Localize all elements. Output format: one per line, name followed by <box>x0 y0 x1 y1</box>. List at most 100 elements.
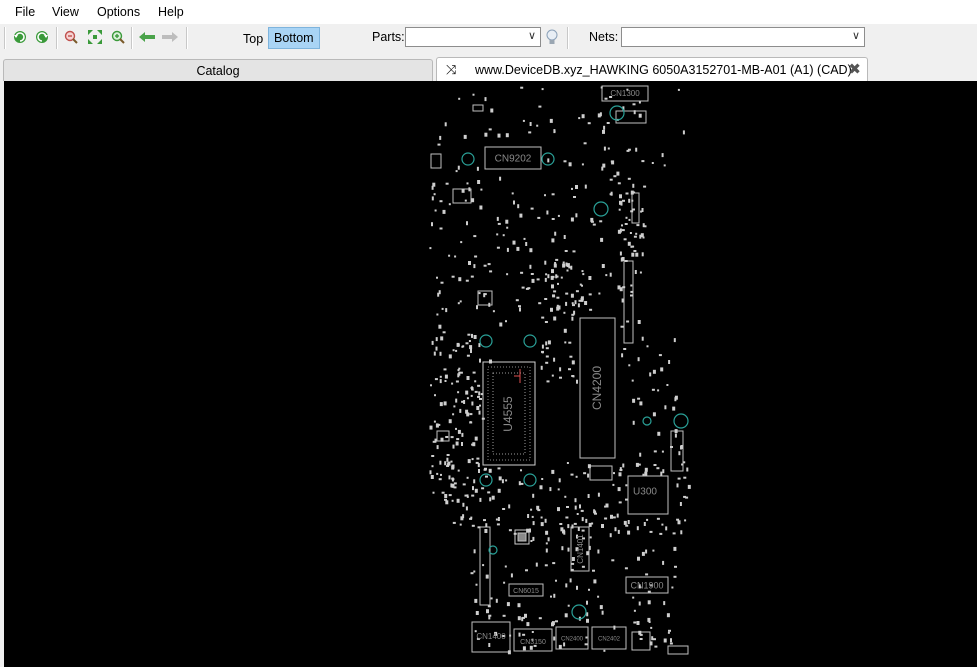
forward-arrow-icon[interactable] <box>160 27 180 47</box>
pcb-board-view[interactable]: CN1300 CN9202 CN4200 U4555 U300 CN1401 CN1900 C… <box>4 81 977 667</box>
smd-pad <box>633 250 637 252</box>
fit-icon[interactable] <box>85 27 105 47</box>
smd-pad <box>594 512 597 515</box>
smd-pad <box>506 273 509 276</box>
smd-pad <box>439 200 443 203</box>
smd-pad <box>639 271 642 274</box>
smd-pad <box>637 556 640 561</box>
smd-pad <box>459 371 463 374</box>
smd-pad <box>444 461 447 466</box>
smd-pad <box>508 529 512 532</box>
smd-pad <box>468 340 471 342</box>
tab-board[interactable]: ⤨ www.DeviceDB.xyz_HAWKING 6050A3152701-… <box>436 57 868 81</box>
smd-pad <box>545 530 549 535</box>
smd-pad <box>631 252 635 257</box>
smd-pad <box>624 260 628 262</box>
smd-pad <box>568 368 571 371</box>
smd-pad <box>501 479 504 484</box>
close-icon[interactable]: ✖ <box>848 58 861 82</box>
side-top-button[interactable]: Top <box>238 29 268 49</box>
smd-pad <box>587 464 591 469</box>
toolbar: Top Bottom Parts: ∨ Nets: ∨ <box>0 24 977 54</box>
smd-pad <box>471 401 474 406</box>
smd-pad <box>588 276 592 280</box>
smd-pad <box>580 509 584 512</box>
smd-pad <box>467 459 471 464</box>
smd-pad <box>492 310 495 313</box>
smd-pad <box>571 360 575 365</box>
smd-pad <box>659 532 663 535</box>
smd-pad <box>643 522 646 526</box>
smd-pad <box>485 475 488 478</box>
smd-pad <box>443 368 447 371</box>
smd-pad <box>442 331 446 334</box>
smd-pad <box>633 110 636 115</box>
smd-pad <box>625 484 628 487</box>
parts-combobox[interactable]: ∨ <box>405 27 541 47</box>
smd-pad <box>545 273 548 276</box>
smd-pad <box>529 528 531 533</box>
smd-pad <box>457 391 460 394</box>
zoom-out-icon[interactable] <box>61 27 81 47</box>
menu-help[interactable]: Help <box>158 5 184 19</box>
smd-pad <box>479 398 482 400</box>
smd-pad <box>448 475 451 480</box>
smd-pad <box>439 351 442 356</box>
smd-pad <box>509 634 512 637</box>
board-canvas[interactable]: CN1300 CN9202 CN4200 U4555 U300 CN1401 CN1900 C… <box>4 81 977 667</box>
smd-pad <box>435 346 438 351</box>
smd-pad <box>464 199 467 202</box>
smd-pad <box>456 342 460 347</box>
smd-pad <box>568 162 572 167</box>
board-label-cn9202: CN9202 <box>495 154 532 165</box>
smd-pad <box>604 517 608 520</box>
smd-pad <box>627 177 631 180</box>
menu-file[interactable]: File <box>15 5 35 19</box>
smd-pad <box>434 209 437 212</box>
smd-pad <box>554 262 557 266</box>
smd-pad <box>679 502 682 506</box>
back-arrow-icon[interactable] <box>137 27 157 47</box>
rotate-left-icon[interactable] <box>10 27 30 47</box>
smd-pad <box>474 436 478 441</box>
smd-pad <box>619 467 622 472</box>
smd-pad <box>497 488 501 493</box>
board-label-cn4200: CN4200 <box>590 366 604 410</box>
smd-pad <box>496 233 499 236</box>
smd-pad <box>505 219 509 224</box>
smd-pad <box>528 131 532 134</box>
smd-pad <box>462 483 466 486</box>
smd-pad <box>480 188 483 191</box>
smd-pad <box>457 373 460 378</box>
mounting-hole <box>523 473 537 487</box>
smd-pad <box>642 223 645 228</box>
smd-pad <box>429 470 432 475</box>
lightbulb-icon[interactable] <box>543 27 561 47</box>
smd-pad <box>583 142 587 145</box>
smd-pad <box>551 284 554 289</box>
rotate-right-icon[interactable] <box>32 27 52 47</box>
smd-pad <box>637 357 640 362</box>
zoom-in-icon[interactable] <box>108 27 128 47</box>
smd-pad <box>469 421 472 424</box>
menu-options[interactable]: Options <box>97 5 140 19</box>
smd-pad <box>438 423 441 426</box>
smd-pad <box>546 380 550 383</box>
smd-pad <box>473 335 477 339</box>
smd-pad <box>505 320 507 323</box>
smd-pad <box>623 520 627 525</box>
nets-combobox[interactable]: ∨ <box>621 27 865 47</box>
smd-pad <box>466 476 469 479</box>
smd-pad <box>638 601 641 606</box>
smd-pad <box>641 160 645 163</box>
smd-pad <box>567 604 570 607</box>
smd-pad <box>489 497 492 502</box>
smd-pad <box>482 564 485 567</box>
smd-pad <box>470 349 472 353</box>
smd-pad <box>429 425 433 430</box>
tab-catalog[interactable]: Catalog <box>3 59 433 81</box>
menu-view[interactable]: View <box>52 5 79 19</box>
smd-pad <box>645 573 649 576</box>
side-bottom-button[interactable]: Bottom <box>268 27 320 49</box>
smd-pad <box>547 537 550 542</box>
